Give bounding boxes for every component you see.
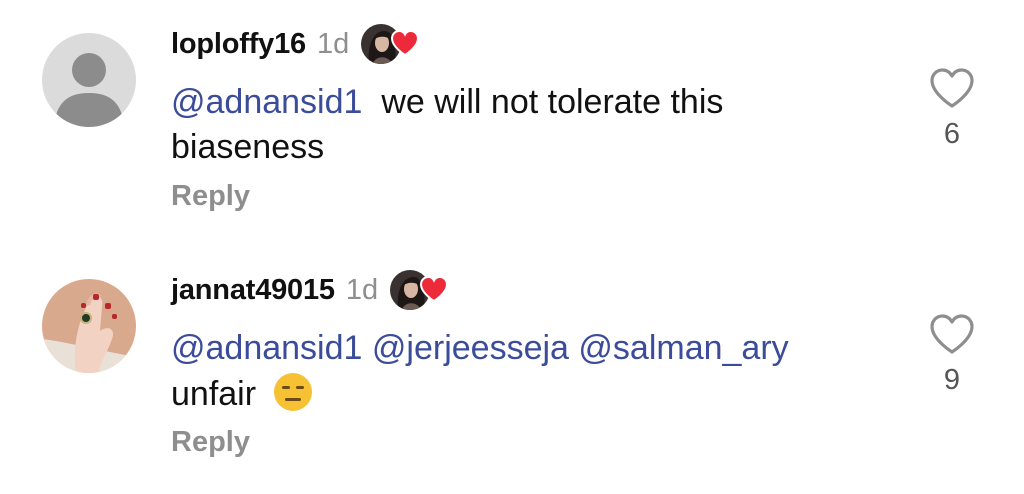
heart-outline-icon[interactable]	[928, 66, 976, 110]
like-count: 6	[943, 118, 961, 150]
like-control: 9	[928, 312, 976, 397]
comment-text-line: biaseness	[171, 128, 325, 166]
heart-icon	[420, 276, 449, 302]
like-control: 6	[928, 66, 976, 151]
expressionless-face-emoji	[273, 373, 312, 411]
comment-item: jannat49015 1d @adnansid1 @jerjeesseja @…	[0, 246, 1024, 492]
mention-link[interactable]: @jerjeesseja	[372, 329, 569, 367]
comment-text: @adnansid1 @jerjeesseja @salman_ary unfa…	[171, 326, 861, 417]
avatar[interactable]	[42, 279, 136, 373]
comment-text-line: unfair	[171, 375, 257, 413]
username[interactable]: jannat49015	[171, 274, 335, 307]
mention-link[interactable]: @salman_ary	[578, 329, 788, 367]
heart-outline-icon[interactable]	[928, 312, 976, 356]
comment-text: @adnansid1 we will not tolerate this bia…	[171, 80, 861, 170]
default-user-icon	[42, 33, 136, 127]
reply-button[interactable]: Reply	[171, 426, 250, 459]
comment-header: loploffy16 1d	[171, 22, 420, 66]
like-count: 9	[943, 364, 961, 396]
avatar[interactable]	[42, 33, 136, 127]
mention-link[interactable]: @adnansid1	[171, 329, 362, 367]
timestamp: 1d	[316, 27, 350, 60]
mention-link[interactable]: @adnansid1	[171, 83, 362, 121]
liked-by-author-badge	[361, 22, 420, 66]
username[interactable]: loploffy16	[171, 28, 306, 61]
heart-icon	[391, 30, 420, 56]
timestamp: 1d	[345, 273, 379, 306]
liked-by-author-badge	[390, 268, 449, 312]
reply-button[interactable]: Reply	[171, 180, 250, 213]
comment-text-line: we will not tolerate this	[381, 83, 724, 121]
user-photo-avatar	[42, 279, 136, 373]
comment-header: jannat49015 1d	[171, 268, 449, 312]
comment-item: loploffy16 1d @adnansid1 we will not tol…	[0, 0, 1024, 246]
